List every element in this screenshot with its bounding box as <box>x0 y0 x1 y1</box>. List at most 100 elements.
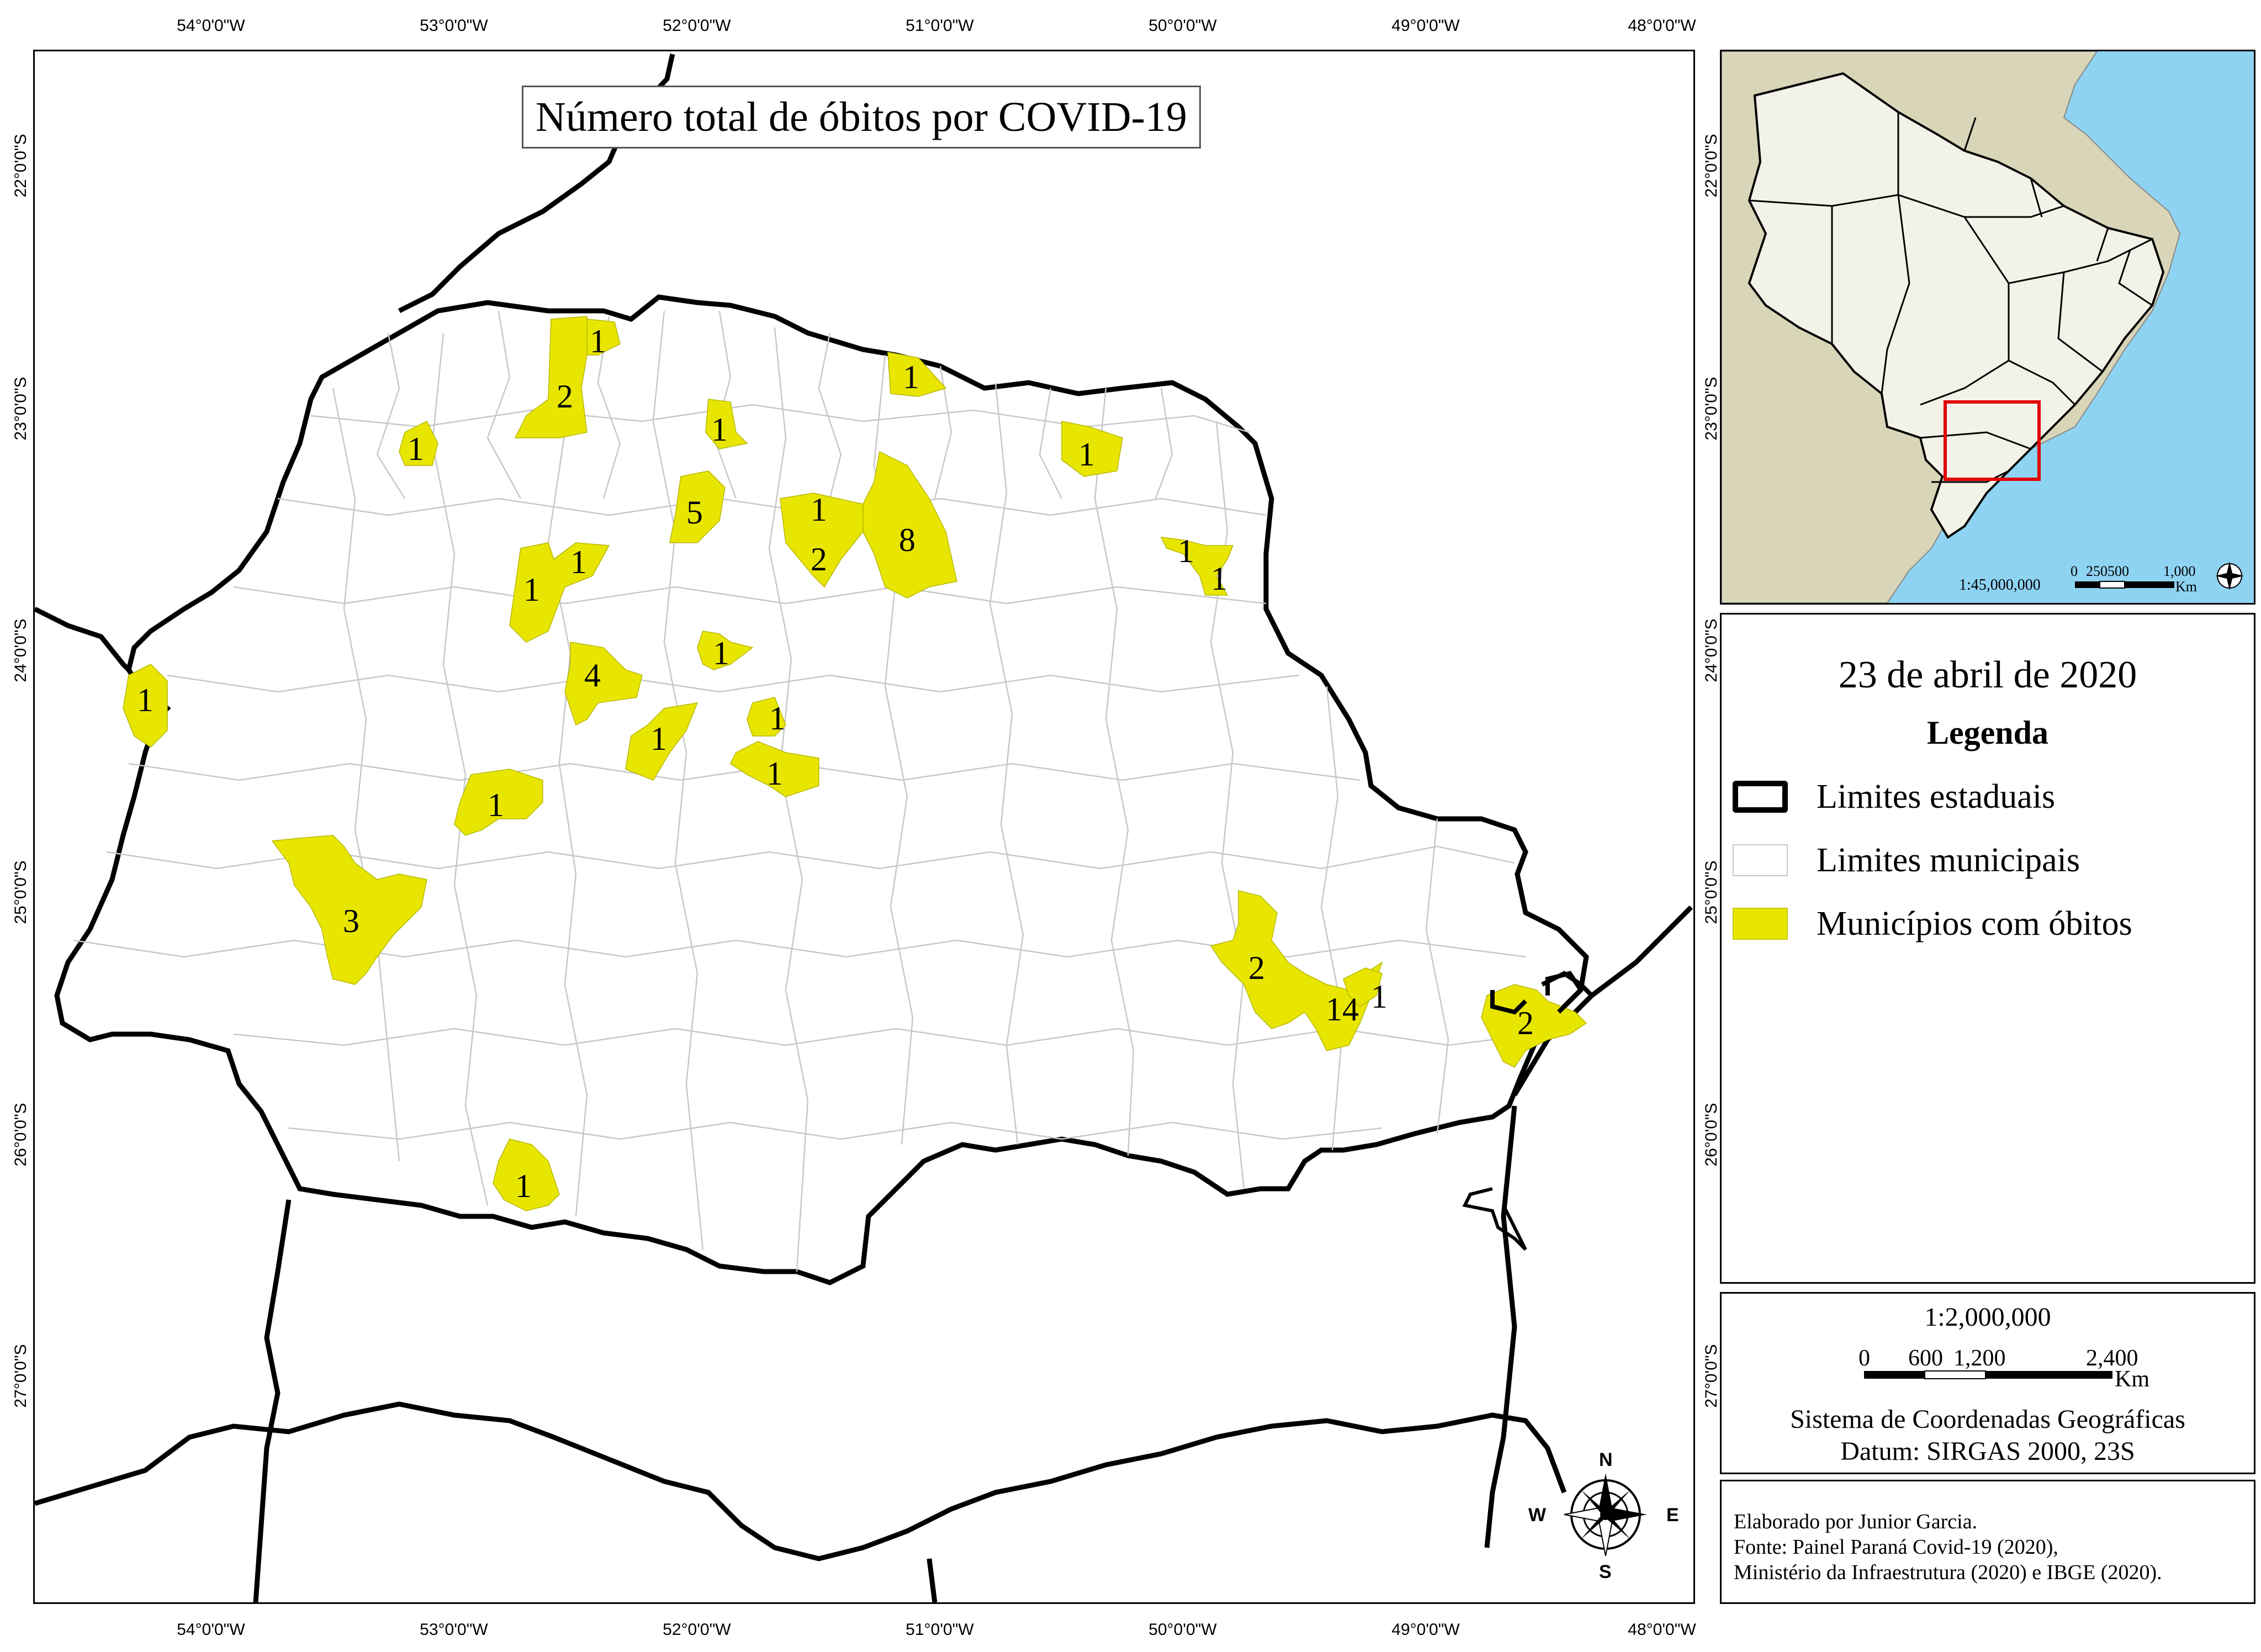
lat-tick-left: 25°0'0"S <box>12 860 30 924</box>
death-count-label: 2 <box>1517 1005 1534 1041</box>
lon-tick-bottom: 50°0'0"W <box>1148 1621 1217 1639</box>
lat-tick-left: 23°0'0"S <box>12 377 30 441</box>
scale-tick: 1,200 <box>1953 1346 2006 1371</box>
death-count-label: 1 <box>590 323 606 359</box>
credits-line: Fonte: Painel Paraná Covid-19 (2020), <box>1734 1535 2058 1559</box>
compass-w: W <box>1528 1505 1547 1526</box>
lon-tick-top: 53°0'0"W <box>420 17 488 35</box>
legend-label: Municípios com óbitos <box>1817 904 2132 943</box>
death-count-label: 1 <box>769 700 786 737</box>
death-count-label: 1 <box>515 1168 532 1204</box>
main-map-canvas: 1 2 1 1 1 1 5 1 8 2 1 1 1 1 4 1 1 1 1 1 … <box>35 54 1693 1602</box>
lat-tick-right: 26°0'0"S <box>1702 1103 1720 1167</box>
lon-tick-top: 52°0'0"W <box>663 17 731 35</box>
lon-tick-top: 48°0'0"W <box>1628 17 1696 35</box>
neighbor-border-south-left <box>253 1199 292 1602</box>
scale-ratio: 1:2,000,000 <box>1924 1302 2051 1332</box>
credits-panel: Elaborado por Junior Garcia. Fonte: Pain… <box>1720 1480 2255 1604</box>
lat-tick-left: 24°0'0"S <box>12 618 30 682</box>
lon-tick-top: 49°0'0"W <box>1391 17 1460 35</box>
inset-scale-label: 1:45,000,000 <box>1959 576 2041 594</box>
scale-datum: Datum: SIRGAS 2000, 23S <box>1840 1437 2135 1466</box>
death-count-label: 1 <box>711 411 728 448</box>
death-count-label: 2 <box>811 541 827 578</box>
map-title: Número total de óbitos por COVID-19 <box>522 86 1201 149</box>
lat-tick-left: 22°0'0"S <box>12 134 30 198</box>
legend-swatch-deaths <box>1733 908 1788 940</box>
inset-map[interactable]: 0 250500 1,000 Km 1:45,000,000 <box>1720 50 2255 605</box>
lon-tick-bottom: 53°0'0"W <box>420 1621 488 1639</box>
lon-tick-bottom: 49°0'0"W <box>1391 1621 1460 1639</box>
credits-line: Elaborado por Junior Garcia. <box>1734 1510 1978 1533</box>
lon-tick-top: 54°0'0"W <box>177 17 245 35</box>
legend-swatch-state <box>1733 781 1788 813</box>
lat-tick-left: 27°0'0"S <box>12 1344 30 1408</box>
death-count-label: 1 <box>1078 436 1095 473</box>
credits-line: Ministério da Infraestrutura (2020) e IB… <box>1734 1561 2162 1584</box>
inset-scale-tick: 250500 <box>2086 563 2129 579</box>
lon-tick-top: 50°0'0"W <box>1148 17 1217 35</box>
legend-item-state: Limites estaduais <box>1733 769 2055 824</box>
death-count-label: 3 <box>343 903 359 939</box>
death-count-label: 5 <box>686 494 703 531</box>
death-count-label: 1 <box>1371 978 1388 1015</box>
lon-tick-bottom: 52°0'0"W <box>663 1621 731 1639</box>
neighbor-border-east <box>1484 1105 1517 1548</box>
inset-scale-tick: 0 <box>2071 563 2078 579</box>
legend-date: 23 de abril de 2020 <box>1838 654 2137 696</box>
death-count-label: 1 <box>1178 533 1194 569</box>
lat-tick-right: 27°0'0"S <box>1702 1344 1720 1408</box>
lat-tick-right: 24°0'0"S <box>1702 618 1720 682</box>
legend-label: Limites estaduais <box>1817 777 2056 816</box>
death-count-label: 4 <box>584 657 601 693</box>
legend-item-deaths: Municípios com óbitos <box>1733 896 2132 951</box>
legend-heading: Legenda <box>1926 714 2049 751</box>
credits-text: Elaborado por Junior Garcia. Fonte: Pain… <box>1734 1509 2162 1585</box>
death-count-label: 1 <box>766 755 783 792</box>
scale-unit: Km <box>2115 1367 2149 1392</box>
lat-tick-right: 23°0'0"S <box>1702 377 1720 441</box>
scale-panel: 1:2,000,000 0 600 1,200 2,400 Km Sistema… <box>1720 1292 2255 1474</box>
lon-tick-bottom: 48°0'0"W <box>1628 1621 1696 1639</box>
death-count-label: 14 <box>1326 991 1359 1028</box>
parana-state <box>54 294 1589 1285</box>
compass-s: S <box>1599 1561 1612 1582</box>
death-count-label: 1 <box>488 787 504 823</box>
death-count-label: 1 <box>650 721 667 757</box>
inset-map-canvas: 0 250500 1,000 Km 1:45,000,000 <box>1722 51 2254 603</box>
lat-tick-right: 25°0'0"S <box>1702 860 1720 924</box>
legend-label: Limites municipais <box>1817 841 2080 879</box>
neighbor-border-west <box>35 606 142 683</box>
scale-tick: 0 <box>1858 1346 1870 1371</box>
compass-e: E <box>1666 1505 1679 1526</box>
main-map[interactable]: 1 2 1 1 1 1 5 1 8 2 1 1 1 1 4 1 1 1 1 1 … <box>33 50 1695 1604</box>
compass-rose-icon: N S E W <box>1528 1449 1679 1582</box>
death-count-label: 1 <box>1211 560 1227 597</box>
scale-crs: Sistema de Coordenadas Geográficas <box>1790 1405 2185 1434</box>
neighbor-border-south-2 <box>926 1558 938 1602</box>
death-count-label: 1 <box>137 682 153 718</box>
inset-scale-unit: Km <box>2175 579 2197 595</box>
lon-tick-bottom: 54°0'0"W <box>177 1621 245 1639</box>
legend-panel: 23 de abril de 2020 Legenda Limites esta… <box>1720 613 2255 1284</box>
lat-tick-right: 22°0'0"S <box>1702 134 1720 198</box>
compass-n: N <box>1599 1449 1613 1470</box>
death-count-label: 1 <box>570 544 587 580</box>
scale-tick: 600 <box>1908 1346 1943 1371</box>
inset-scale-tick: 1,000 <box>2163 563 2196 579</box>
death-count-label: 8 <box>899 522 915 558</box>
scale-bar: 0 600 1,200 2,400 Km <box>1858 1346 2149 1392</box>
death-count-label: 2 <box>557 378 573 415</box>
death-count-label: 1 <box>407 431 424 467</box>
lon-tick-top: 51°0'0"W <box>906 17 974 35</box>
death-count-label: 1 <box>713 635 729 671</box>
coastline-south <box>1462 1187 1527 1251</box>
death-count-label: 1 <box>523 571 540 608</box>
legend-swatch-municipal <box>1733 844 1788 876</box>
lon-tick-bottom: 51°0'0"W <box>906 1621 974 1639</box>
death-count-label: 1 <box>811 491 827 528</box>
legend-item-municipal: Limites municipais <box>1733 833 2080 888</box>
death-count-label: 2 <box>1248 950 1265 986</box>
death-count-label: 1 <box>903 359 919 395</box>
lat-tick-left: 26°0'0"S <box>12 1103 30 1167</box>
